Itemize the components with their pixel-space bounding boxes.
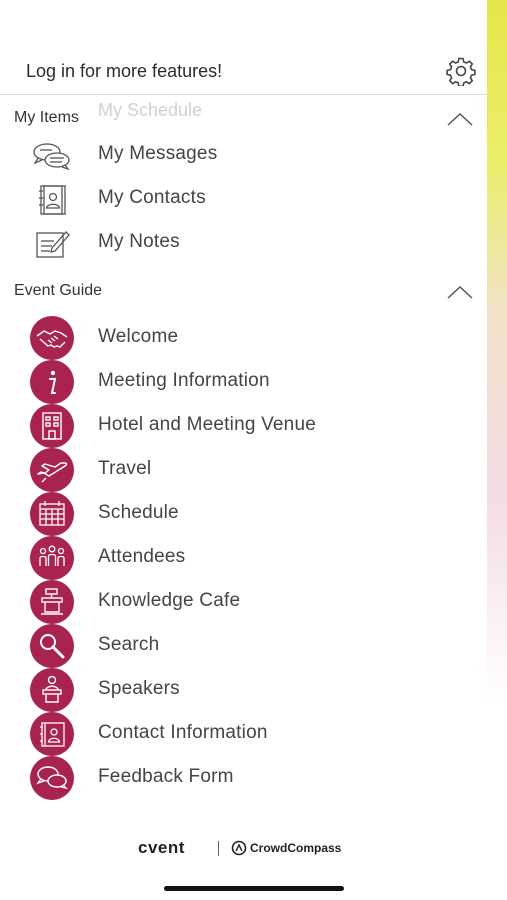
feedback-bubbles-icon — [30, 756, 74, 800]
chat-bubbles-icon — [33, 143, 70, 171]
calendar-icon — [30, 492, 74, 536]
menu-item-label: My Messages — [98, 143, 218, 164]
my-items-header[interactable]: My Items — [0, 105, 487, 135]
menu-item-meeting-information[interactable]: Meeting Information — [0, 360, 487, 405]
side-gradient-strip — [485, 0, 507, 900]
login-prompt[interactable]: Log in for more features! — [26, 61, 222, 82]
menu-item-my-notes[interactable]: My Notes — [0, 222, 487, 266]
speaker-icon — [30, 668, 74, 712]
menu-item-knowledge-cafe[interactable]: Knowledge Cafe — [0, 580, 487, 625]
contact-book-icon — [30, 712, 74, 756]
event-guide-title: Event Guide — [14, 282, 103, 299]
menu-item-label: My Notes — [98, 231, 180, 252]
cvent-logo: cvent — [138, 838, 185, 857]
menu-item-label: Attendees — [98, 546, 186, 567]
people-icon — [30, 536, 74, 580]
menu-item-my-contacts[interactable]: My Contacts — [0, 178, 487, 222]
menu-item-speakers[interactable]: Speakers — [0, 668, 487, 713]
building-icon — [30, 404, 74, 448]
podium-icon — [30, 580, 74, 624]
menu-item-attendees[interactable]: Attendees — [0, 536, 487, 581]
airplane-icon — [30, 448, 74, 492]
chevron-up-icon[interactable] — [446, 284, 474, 300]
crowdcompass-logo-icon — [231, 840, 247, 856]
home-indicator[interactable] — [164, 886, 344, 891]
menu-item-label: Welcome — [98, 326, 179, 347]
menu-item-my-messages[interactable]: My Messages — [0, 134, 487, 178]
chevron-up-icon[interactable] — [446, 111, 474, 127]
menu-item-label: Schedule — [98, 502, 179, 523]
menu-item-label: Knowledge Cafe — [98, 590, 241, 611]
menu-item-hotel-venue[interactable]: Hotel and Meeting Venue — [0, 404, 487, 449]
footer-branding: cvent CrowdCompass — [0, 838, 487, 862]
address-book-icon — [39, 185, 66, 215]
navigation-drawer: Log in for more features! My Schedule My… — [0, 0, 487, 900]
menu-item-feedback-form[interactable]: Feedback Form — [0, 756, 487, 801]
menu-item-welcome[interactable]: Welcome — [0, 316, 487, 361]
crowdcompass-logo: CrowdCompass — [250, 841, 342, 855]
menu-item-contact-information[interactable]: Contact Information — [0, 712, 487, 757]
menu-item-label: Speakers — [98, 678, 180, 699]
my-items-title: My Items — [14, 109, 79, 126]
notepad-icon — [36, 231, 70, 258]
menu-item-label: Meeting Information — [98, 370, 270, 391]
menu-item-label: Feedback Form — [98, 766, 234, 787]
menu-item-label: Search — [98, 634, 160, 655]
menu-item-travel[interactable]: Travel — [0, 448, 487, 493]
menu-item-search[interactable]: Search — [0, 624, 487, 669]
event-guide-header[interactable]: Event Guide — [0, 278, 487, 308]
logo-divider — [218, 841, 219, 856]
info-icon — [30, 360, 74, 404]
login-bar[interactable]: Log in for more features! — [0, 48, 487, 95]
magnifier-icon — [30, 624, 74, 668]
menu-item-label: Contact Information — [98, 722, 268, 743]
menu-item-label: My Contacts — [98, 187, 206, 208]
menu-item-label: Travel — [98, 458, 152, 479]
handshake-icon — [30, 316, 74, 360]
menu-item-label: Hotel and Meeting Venue — [98, 414, 316, 435]
menu-item-schedule[interactable]: Schedule — [0, 492, 487, 537]
gear-icon[interactable] — [446, 56, 476, 86]
